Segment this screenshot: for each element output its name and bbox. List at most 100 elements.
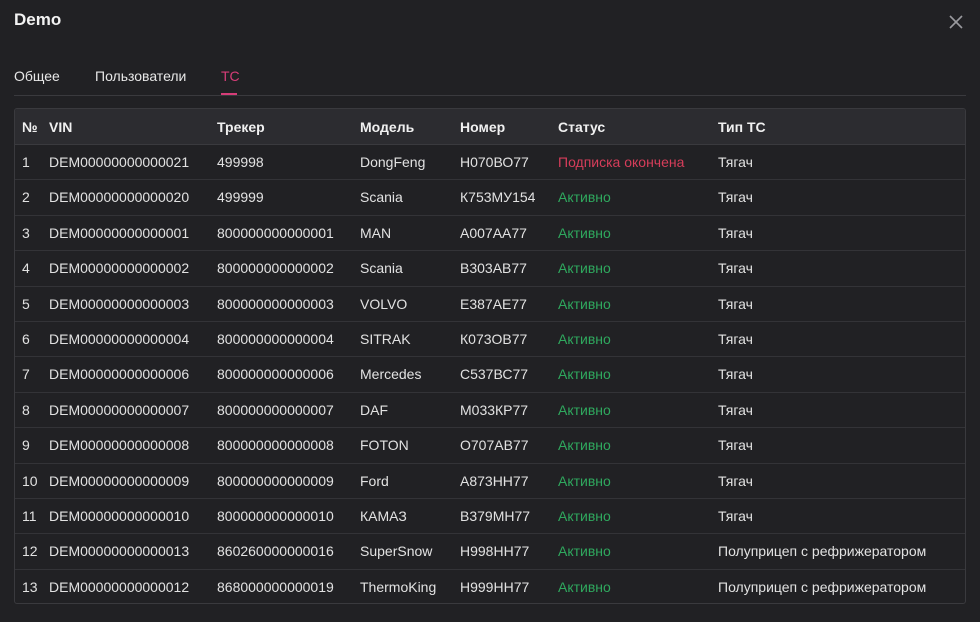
cell-tracker: 800000000000010	[217, 507, 334, 524]
column-header-plate[interactable]: Номер	[460, 119, 505, 135]
cell-plate: Н998НН77	[460, 543, 530, 560]
cell-vin: DEM00000000000006	[49, 366, 190, 383]
column-header-type[interactable]: Тип ТС	[718, 119, 766, 135]
cell-tracker: 800000000000004	[217, 330, 334, 347]
cell-number: 5	[22, 295, 30, 312]
cell-status: Активно	[558, 295, 611, 312]
cell-vin: DEM00000000000007	[49, 401, 190, 418]
table-row[interactable]: 7 DEM00000000000006 800000000000006 Merc…	[15, 357, 965, 393]
cell-plate: Н999НН77	[460, 578, 530, 595]
cell-vin: DEM00000000000013	[49, 543, 190, 560]
cell-status: Подписка окончена	[558, 154, 685, 170]
cell-vin: DEM00000000000001	[49, 224, 190, 241]
cell-model: DongFeng	[360, 154, 426, 170]
cell-model: FOTON	[360, 437, 409, 454]
tab-vehicles[interactable]: ТС	[221, 68, 240, 84]
cell-vin: DEM00000000000012	[49, 578, 190, 595]
table-row[interactable]: 2 DEM00000000000020 499999 Scania К753МУ…	[15, 180, 965, 216]
cell-plate: О707АВ77	[460, 437, 529, 454]
cell-tracker: 800000000000003	[217, 295, 334, 312]
cell-vin: DEM00000000000003	[49, 295, 190, 312]
cell-number: 9	[22, 437, 30, 454]
cell-model: SuperSnow	[360, 543, 433, 560]
cell-model: КАМАЗ	[360, 507, 407, 524]
cell-model: MAN	[360, 224, 392, 241]
table-row[interactable]: 1 DEM00000000000021 499998 DongFeng Н070…	[15, 145, 965, 181]
cell-plate: К073ОВ77	[460, 330, 528, 347]
cell-tracker: 800000000000002	[217, 260, 334, 277]
column-header-vin[interactable]: VIN	[49, 119, 72, 135]
table-row[interactable]: 4 DEM00000000000002 800000000000002 Scan…	[15, 251, 965, 287]
cell-plate: М033КР77	[460, 401, 529, 418]
table-row[interactable]: 3 DEM00000000000001 800000000000001 MAN …	[15, 216, 965, 252]
tab-general[interactable]: Общее	[14, 68, 60, 84]
cell-plate: В303АВ77	[460, 260, 527, 277]
cell-number: 2	[22, 189, 30, 206]
cell-number: 1	[22, 154, 30, 170]
cell-number: 11	[22, 507, 37, 524]
cell-type: Тягач	[718, 295, 753, 312]
cell-plate: К753МУ154	[460, 189, 536, 206]
cell-type: Тягач	[718, 472, 753, 489]
cell-type: Тягач	[718, 401, 753, 418]
cell-status: Активно	[558, 472, 611, 489]
table-row[interactable]: 6 DEM00000000000004 800000000000004 SITR…	[15, 322, 965, 358]
cell-type: Полуприцеп с рефрижератором	[718, 578, 927, 595]
cell-type: Тягач	[718, 260, 753, 277]
table-row[interactable]: 8 DEM00000000000007 800000000000007 DAF …	[15, 393, 965, 429]
cell-type: Тягач	[718, 224, 753, 241]
cell-number: 13	[22, 578, 38, 595]
cell-type: Полуприцеп с рефрижератором	[718, 543, 927, 560]
cell-number: 7	[22, 366, 30, 383]
tab-users[interactable]: Пользователи	[95, 68, 186, 84]
cell-status: Активно	[558, 330, 611, 347]
column-header-status[interactable]: Статус	[558, 119, 605, 135]
cell-status: Активно	[558, 507, 611, 524]
cell-model: Scania	[360, 260, 403, 277]
cell-number: 3	[22, 224, 30, 241]
cell-number: 8	[22, 401, 30, 418]
cell-status: Активно	[558, 189, 611, 206]
dialog-title: Demo	[14, 10, 62, 29]
cell-plate: В379МН77	[460, 507, 531, 524]
column-header-number[interactable]: №	[22, 119, 38, 135]
cell-type: Тягач	[718, 366, 753, 383]
close-icon[interactable]	[947, 13, 965, 31]
column-header-model[interactable]: Модель	[360, 119, 414, 135]
column-header-tracker[interactable]: Трекер	[217, 119, 265, 135]
table-body: 1 DEM00000000000021 499998 DongFeng Н070…	[15, 145, 965, 603]
cell-number: 4	[22, 260, 30, 277]
cell-model: Scania	[360, 189, 403, 206]
table-row[interactable]: 5 DEM00000000000003 800000000000003 VOLV…	[15, 287, 965, 322]
cell-vin: DEM00000000000002	[49, 260, 190, 277]
table-row[interactable]: 13 DEM00000000000012 868000000000019 The…	[15, 570, 965, 603]
cell-model: Mercedes	[360, 366, 422, 383]
cell-tracker: 800000000000001	[217, 224, 334, 241]
tab-bar: Общее Пользователи ТС	[14, 58, 966, 96]
cell-model: SITRAK	[360, 330, 411, 347]
cell-status: Активно	[558, 224, 611, 241]
table-row[interactable]: 10 DEM00000000000009 800000000000009 For…	[15, 464, 965, 499]
vehicles-table: № VIN Трекер Модель Номер Статус Тип ТС …	[14, 108, 966, 604]
cell-vin: DEM00000000000010	[49, 507, 190, 524]
cell-type: Тягач	[718, 507, 753, 524]
table-header: № VIN Трекер Модель Номер Статус Тип ТС	[15, 109, 965, 145]
cell-plate: Е387АЕ77	[460, 295, 527, 312]
cell-status: Активно	[558, 401, 611, 418]
cell-status: Активно	[558, 366, 611, 383]
cell-plate: Н070ВО77	[460, 154, 529, 170]
cell-plate: А873НН77	[460, 472, 529, 489]
cell-type: Тягач	[718, 330, 753, 347]
cell-number: 10	[22, 472, 38, 489]
cell-status: Активно	[558, 578, 611, 595]
cell-tracker: 499998	[217, 154, 264, 170]
cell-tracker: 800000000000007	[217, 401, 334, 418]
table-row[interactable]: 11 DEM00000000000010 800000000000010 КАМ…	[15, 499, 965, 535]
cell-status: Активно	[558, 260, 611, 277]
table-row[interactable]: 12 DEM00000000000013 860260000000016 Sup…	[15, 534, 965, 570]
cell-model: VOLVO	[360, 295, 408, 312]
cell-model: Ford	[360, 472, 389, 489]
cell-tracker: 868000000000019	[217, 578, 334, 595]
table-row[interactable]: 9 DEM00000000000008 800000000000008 FOTO…	[15, 428, 965, 464]
cell-type: Тягач	[718, 189, 753, 206]
